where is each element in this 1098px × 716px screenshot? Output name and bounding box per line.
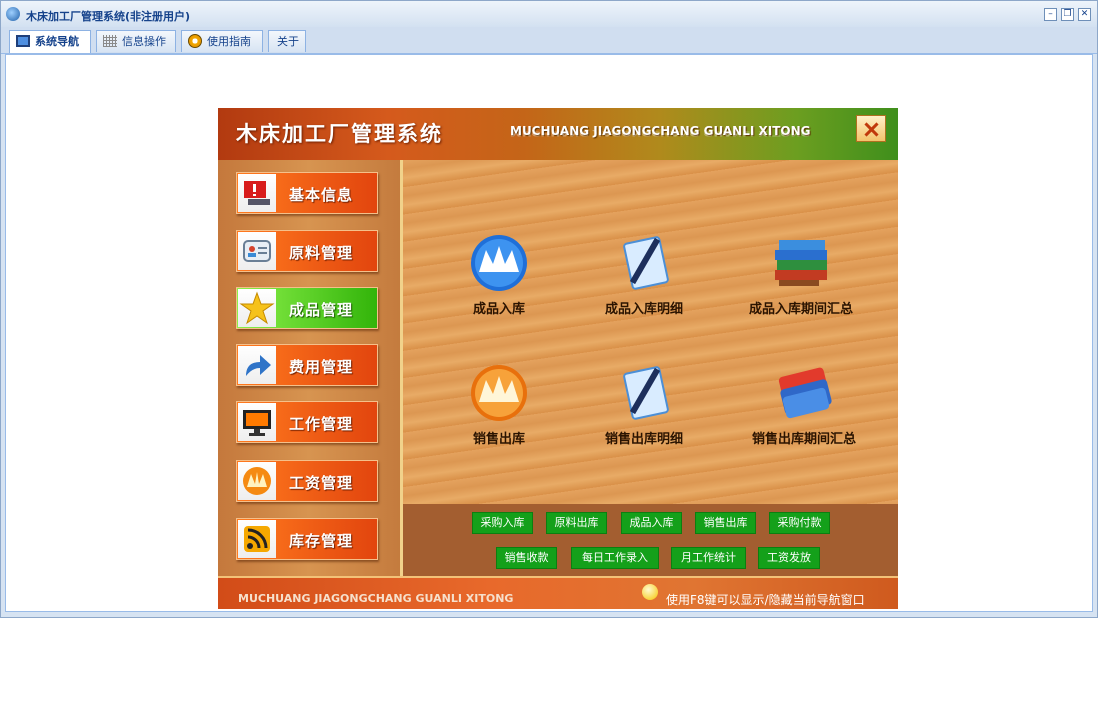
close-icon[interactable]: ✕	[1078, 8, 1091, 21]
minimize-icon[interactable]: –	[1044, 8, 1057, 21]
tab-info-ops[interactable]: 信息操作	[96, 30, 176, 52]
rss-icon	[238, 520, 276, 558]
sidebar-item-expense[interactable]: 费用管理	[236, 344, 378, 386]
compass-icon	[188, 34, 202, 48]
alert-computer-icon	[238, 174, 276, 212]
monitor-icon	[238, 403, 276, 441]
panel-banner: 木床加工厂管理系统 MUCHUANG JIAGONGCHANG GUANLI X…	[218, 108, 898, 160]
panel-title-en-reflection: MUCHUANG JIAGONGCHANG GUANLI XITONG	[510, 129, 811, 138]
quick-link-sales-out[interactable]: 销售出库	[695, 512, 756, 534]
arrow-right-icon	[238, 346, 276, 384]
tab-about[interactable]: 关于	[268, 30, 306, 52]
flame-icon	[238, 462, 276, 500]
quick-link-monthly-stats[interactable]: 月工作统计	[671, 547, 746, 569]
book-stack-icon	[775, 240, 827, 286]
quick-link-daily-work[interactable]: 每日工作录入	[571, 547, 659, 569]
quick-link-material-out[interactable]: 原料出库	[546, 512, 607, 534]
restore-icon[interactable]: ❐	[1061, 8, 1074, 21]
folder-stack-icon	[778, 367, 832, 419]
sidebar-item-inventory[interactable]: 库存管理	[236, 518, 378, 560]
pen-document-icon	[623, 236, 669, 290]
grid-icon	[103, 35, 117, 47]
sidebar-item-product[interactable]: 成品管理	[236, 287, 378, 329]
item-sales-out-detail[interactable]: 销售出库明细	[559, 362, 729, 452]
tab-user-guide[interactable]: 使用指南	[181, 30, 263, 52]
lightbulb-icon	[642, 584, 658, 600]
panel-footer: MUCHUANG JIAGONGCHANG GUANLI XITONG 使用F8…	[218, 576, 898, 609]
panel-title-cn: 木床加工厂管理系统	[236, 122, 443, 146]
blue-crown-icon	[471, 235, 527, 291]
panel-close-icon[interactable]	[856, 115, 886, 142]
contact-card-icon	[238, 232, 276, 270]
navigation-panel: 木床加工厂管理系统 MUCHUANG JIAGONGCHANG GUANLI X…	[218, 108, 898, 609]
sidebar-item-material[interactable]: 原料管理	[236, 230, 378, 272]
function-area: 成品入库 成品入库明细 成品入库期间汇总 销售出库 销售出库明细 销售出库期间汇…	[403, 160, 898, 504]
title-bar: 木床加工厂管理系统(非注册用户) – ❐ ✕	[1, 1, 1097, 27]
quick-link-product-in[interactable]: 成品入库	[621, 512, 682, 534]
window-title: 木床加工厂管理系统(非注册用户)	[26, 10, 191, 23]
quick-link-purchase-in[interactable]: 采购入库	[472, 512, 533, 534]
item-product-in-summary[interactable]: 成品入库期间汇总	[716, 232, 886, 322]
star-icon	[238, 289, 276, 327]
footer-tip: 使用F8键可以显示/隐藏当前导航窗口	[666, 593, 865, 607]
tab-system-nav[interactable]: 系统导航	[9, 30, 91, 53]
sidebar-item-work[interactable]: 工作管理	[236, 401, 378, 443]
item-product-in-detail[interactable]: 成品入库明细	[559, 232, 729, 322]
module-sidebar: 基本信息 原料管理 成品管理 费用管理 工作管理 工资管理 库存管理	[218, 160, 400, 576]
app-logo-icon	[6, 7, 20, 21]
quick-links: 采购入库 原料出库 成品入库 销售出库 采购付款 销售收款 每日工作录入 月工作…	[403, 504, 898, 576]
quick-link-sales-receipt[interactable]: 销售收款	[496, 547, 557, 569]
item-sales-out-summary[interactable]: 销售出库期间汇总	[719, 362, 889, 452]
sidebar-item-basic-info[interactable]: 基本信息	[236, 172, 378, 214]
quick-link-purchase-pay[interactable]: 采购付款	[769, 512, 830, 534]
tab-strip: 系统导航 信息操作 使用指南 关于	[1, 27, 1097, 54]
sidebar-item-salary[interactable]: 工资管理	[236, 460, 378, 502]
monitor-icon	[16, 35, 30, 47]
footer-title-en: MUCHUANG JIAGONGCHANG GUANLI XITONG	[238, 592, 514, 605]
orange-crown-icon	[471, 365, 527, 421]
quick-link-salary-pay[interactable]: 工资发放	[758, 547, 820, 569]
pen-document-icon	[623, 366, 669, 420]
